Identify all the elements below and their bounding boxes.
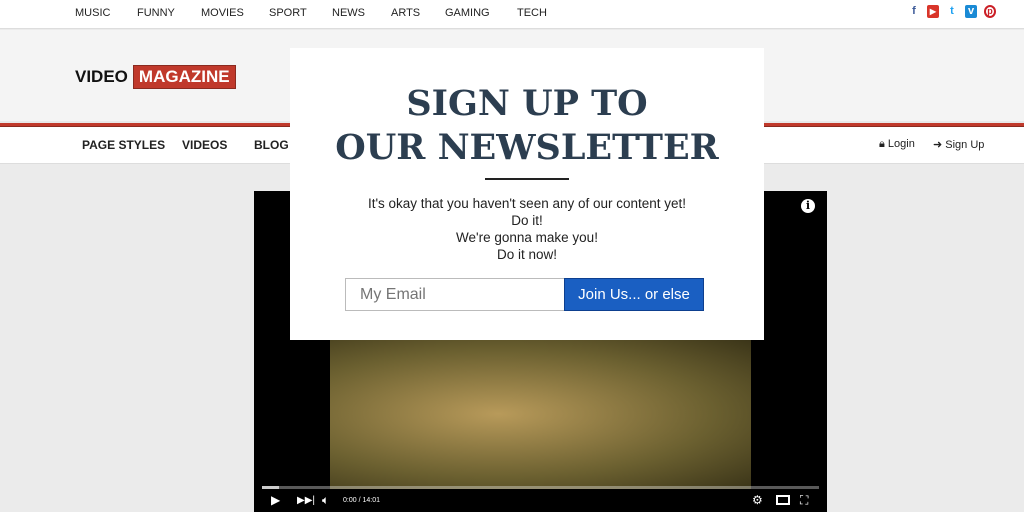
fullscreen-icon[interactable]: ⛶ [800, 493, 808, 508]
info-icon[interactable]: i [801, 199, 815, 213]
title-line-2: OUR NEWSLETTER [335, 127, 719, 168]
message-line: We're gonna make you! [456, 230, 598, 245]
newsletter-modal: SIGN UP TO OUR NEWSLETTER It's okay that… [290, 48, 764, 340]
modal-title: SIGN UP TO OUR NEWSLETTER [290, 82, 764, 170]
category-funny[interactable]: FUNNY [137, 7, 175, 19]
logo-magazine: MAGAZINE [132, 65, 236, 89]
video-progress-fill [262, 486, 279, 489]
login-link[interactable]: 🔒︎ Login [879, 138, 915, 151]
settings-icon[interactable]: ⚙ [752, 493, 763, 507]
category-music[interactable]: MUSIC [75, 7, 110, 19]
nav-videos[interactable]: VIDEOS [182, 138, 227, 152]
facebook-icon[interactable]: f [908, 5, 920, 18]
play-icon[interactable]: ▶ [271, 493, 280, 507]
sign-in-icon: ➜ [933, 139, 946, 151]
join-button[interactable]: Join Us... or else [564, 278, 704, 311]
category-gaming[interactable]: GAMING [445, 7, 490, 19]
category-tech[interactable]: TECH [517, 7, 547, 19]
modal-message: It's okay that you haven't seen any of o… [290, 195, 764, 263]
category-news[interactable]: NEWS [332, 7, 365, 19]
theater-mode-icon[interactable] [776, 495, 790, 505]
message-line: Do it! [511, 213, 543, 228]
top-bar: MUSIC FUNNY MOVIES SPORT NEWS ARTS GAMIN… [0, 0, 1024, 29]
video-time: 0:00 / 14:01 [343, 497, 380, 504]
signup-label: Sign Up [945, 139, 985, 151]
vimeo-icon[interactable]: v [965, 5, 977, 18]
pinterest-icon[interactable]: p [984, 5, 996, 18]
nav-page-styles[interactable]: PAGE STYLES [82, 138, 165, 152]
nav-blog[interactable]: BLOG [254, 138, 289, 152]
category-sport[interactable]: SPORT [269, 7, 307, 19]
category-arts[interactable]: ARTS [391, 7, 420, 19]
lock-icon: 🔒︎ [879, 138, 888, 150]
volume-icon[interactable]: 🔈︎ [322, 493, 329, 508]
title-line-1: SIGN UP TO [406, 83, 648, 124]
twitter-icon[interactable]: t [946, 5, 958, 18]
video-progress-bar[interactable] [262, 486, 819, 489]
category-movies[interactable]: MOVIES [201, 7, 244, 19]
title-divider [485, 178, 569, 180]
message-line: It's okay that you haven't seen any of o… [367, 196, 687, 211]
signup-link[interactable]: ➜ Sign Up [933, 138, 984, 151]
youtube-icon[interactable]: ▶ [927, 5, 939, 18]
site-logo[interactable]: VIDEO MAGAZINE [75, 65, 236, 89]
login-label: Login [887, 138, 915, 150]
logo-video: VIDEO [75, 67, 128, 86]
email-input[interactable] [345, 278, 565, 311]
next-icon[interactable]: ▶▶| [297, 495, 315, 506]
video-frame [330, 339, 751, 489]
message-line: Do it now! [496, 247, 558, 262]
